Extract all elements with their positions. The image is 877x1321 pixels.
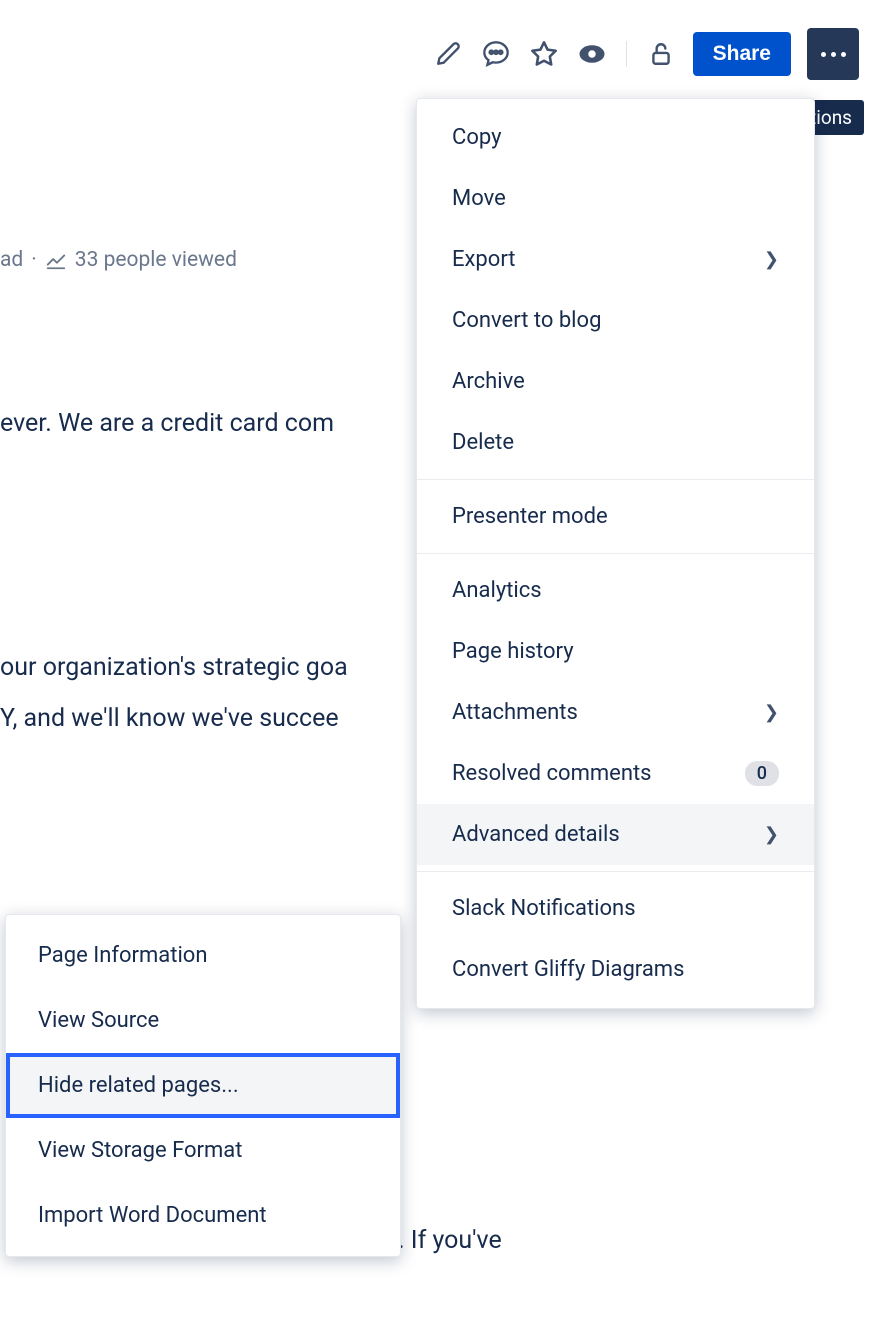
- resolved-count-badge: 0: [745, 761, 779, 786]
- more-icon: [821, 52, 846, 57]
- body-line-1: ever. We are a credit card com: [0, 405, 334, 443]
- menu-item-presenter[interactable]: Presenter mode: [417, 486, 814, 547]
- menu-label: Copy: [452, 125, 502, 150]
- menu-label: Export: [452, 247, 516, 272]
- edit-icon[interactable]: [432, 38, 464, 70]
- submenu-item-view-storage[interactable]: View Storage Format: [6, 1118, 400, 1183]
- menu-item-advanced-details[interactable]: Advanced details ❯: [417, 804, 814, 865]
- meta-partial: ad: [0, 248, 23, 272]
- body-line-2: our organization's strategic goa: [0, 649, 348, 687]
- menu-label: Archive: [452, 369, 525, 394]
- menu-label: Convert Gliffy Diagrams: [452, 957, 684, 982]
- menu-label: Attachments: [452, 700, 578, 725]
- more-actions-button[interactable]: [807, 28, 859, 80]
- menu-item-attachments[interactable]: Attachments ❯: [417, 682, 814, 743]
- menu-item-page-history[interactable]: Page history: [417, 621, 814, 682]
- page-meta: ad · 33 people viewed: [0, 248, 237, 272]
- views-count[interactable]: 33 people viewed: [75, 248, 237, 272]
- share-button[interactable]: Share: [693, 32, 791, 76]
- advanced-details-submenu: Page Information View Source Hide relate…: [5, 914, 401, 1257]
- menu-label: Delete: [452, 430, 514, 455]
- watch-icon[interactable]: [576, 38, 608, 70]
- menu-label: Page history: [452, 639, 574, 664]
- chevron-right-icon: ❯: [764, 702, 779, 723]
- menu-item-export[interactable]: Export ❯: [417, 229, 814, 290]
- menu-item-convert-gliffy[interactable]: Convert Gliffy Diagrams: [417, 939, 814, 1000]
- menu-item-move[interactable]: Move: [417, 168, 814, 229]
- menu-label: Resolved comments: [452, 761, 652, 786]
- menu-label: Presenter mode: [452, 504, 608, 529]
- body-line-3: Y, and we'll know we've succee: [0, 700, 339, 738]
- menu-label: Move: [452, 186, 506, 211]
- menu-separator: [417, 871, 814, 872]
- submenu-item-view-source[interactable]: View Source: [6, 988, 400, 1053]
- menu-label: Advanced details: [452, 822, 620, 847]
- more-actions-menu: Copy Move Export ❯ Convert to blog Archiv…: [416, 98, 815, 1009]
- chevron-right-icon: ❯: [764, 249, 779, 270]
- chevron-right-icon: ❯: [764, 824, 779, 845]
- menu-item-archive[interactable]: Archive: [417, 351, 814, 412]
- menu-item-analytics[interactable]: Analytics: [417, 560, 814, 621]
- body-line-4: . If you've: [398, 1222, 502, 1260]
- submenu-item-import-word[interactable]: Import Word Document: [6, 1183, 400, 1248]
- menu-label: Slack Notifications: [452, 896, 636, 921]
- menu-item-convert-blog[interactable]: Convert to blog: [417, 290, 814, 351]
- menu-item-resolved-comments[interactable]: Resolved comments 0: [417, 743, 814, 804]
- menu-item-slack[interactable]: Slack Notifications: [417, 878, 814, 939]
- page-toolbar: Share: [432, 28, 859, 80]
- menu-item-delete[interactable]: Delete: [417, 412, 814, 473]
- toolbar-divider: [626, 41, 627, 67]
- analytics-icon: [45, 249, 67, 271]
- restrictions-icon[interactable]: [645, 38, 677, 70]
- star-icon[interactable]: [528, 38, 560, 70]
- menu-item-copy[interactable]: Copy: [417, 107, 814, 168]
- submenu-item-hide-related[interactable]: Hide related pages...: [6, 1053, 400, 1118]
- menu-label: Analytics: [452, 578, 542, 603]
- submenu-item-page-info[interactable]: Page Information: [6, 923, 400, 988]
- menu-separator: [417, 553, 814, 554]
- meta-dot: ·: [31, 248, 37, 272]
- menu-label: Convert to blog: [452, 308, 601, 333]
- menu-separator: [417, 479, 814, 480]
- comment-icon[interactable]: [480, 38, 512, 70]
